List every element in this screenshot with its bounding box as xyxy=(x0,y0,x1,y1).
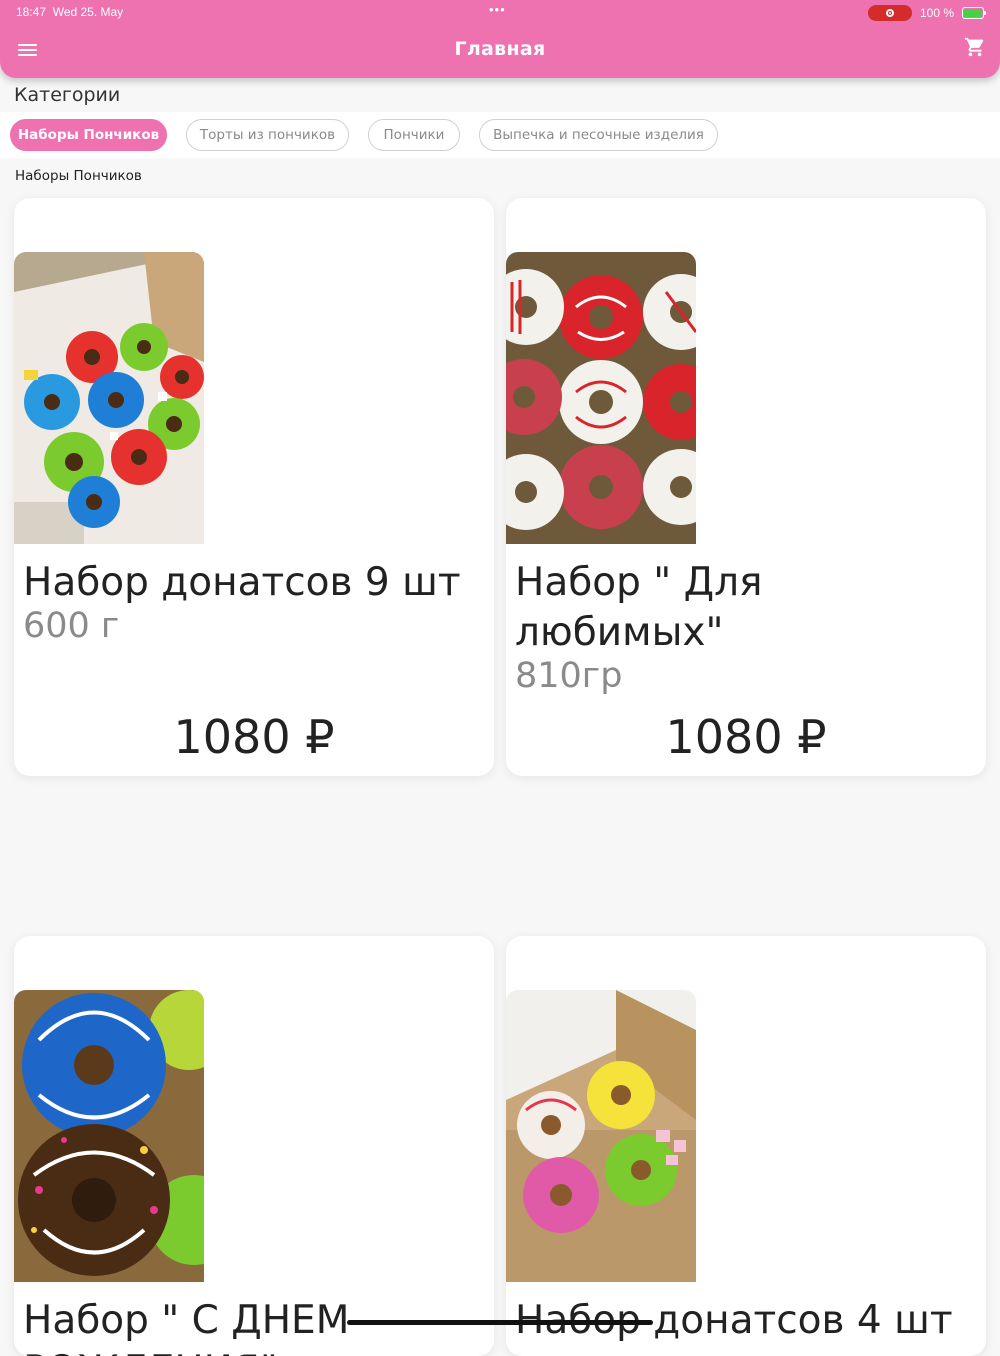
product-name: Набор " Для любимых" xyxy=(515,560,763,655)
product-name: Набор " С ДНЕМ РОЖДЕНИЯ" xyxy=(23,1298,350,1356)
page-title: Главная xyxy=(454,38,546,60)
product-card[interactable]: Набор " Для любимых" 810гр 1080 ₽ xyxy=(506,198,986,776)
multitask-dots-icon[interactable]: ••• xyxy=(489,2,506,17)
section-title: Наборы Пончиков xyxy=(15,168,142,184)
screen-recording-icon xyxy=(867,5,912,21)
status-time: 18:47 Wed 25. May xyxy=(16,5,123,19)
product-name: Набор донатсов 9 шт xyxy=(23,560,461,605)
product-image xyxy=(506,252,696,544)
status-time-text: 18:47 xyxy=(16,5,47,19)
product-image xyxy=(14,252,204,544)
battery-percent: 100 % xyxy=(919,6,954,20)
product-weight: 600 г xyxy=(23,606,120,646)
chip-donut-cakes[interactable]: Торты из пончиков xyxy=(186,119,349,151)
home-indicator[interactable] xyxy=(347,1320,653,1325)
app-bar: 18:47 Wed 25. May ••• 100 % Главная xyxy=(0,0,1000,78)
category-chips: Наборы Пончиков Торты из пончиков Пончик… xyxy=(0,112,1000,158)
product-image xyxy=(506,990,696,1282)
chip-donuts[interactable]: Пончики xyxy=(368,119,460,151)
product-card[interactable]: Набор " С ДНЕМ РОЖДЕНИЯ" xyxy=(14,936,494,1356)
product-price: 1080 ₽ xyxy=(665,710,827,764)
categories-heading: Категории xyxy=(14,84,121,106)
product-price: 1080 ₽ xyxy=(173,710,335,764)
product-image xyxy=(14,990,204,1282)
status-date: Wed 25. May xyxy=(52,5,124,19)
chip-pastries[interactable]: Выпечка и песочные изделия xyxy=(479,119,718,151)
status-right: 100 % xyxy=(867,5,986,21)
product-card[interactable]: Набор донатсов 4 шт xyxy=(506,936,986,1356)
cart-icon[interactable] xyxy=(964,36,986,58)
battery-icon xyxy=(962,7,986,19)
product-weight: 810гр xyxy=(515,656,623,696)
product-card[interactable]: Набор донатсов 9 шт 600 г 1080 ₽ xyxy=(14,198,494,776)
chip-donut-sets[interactable]: Наборы Пончиков xyxy=(10,119,167,151)
